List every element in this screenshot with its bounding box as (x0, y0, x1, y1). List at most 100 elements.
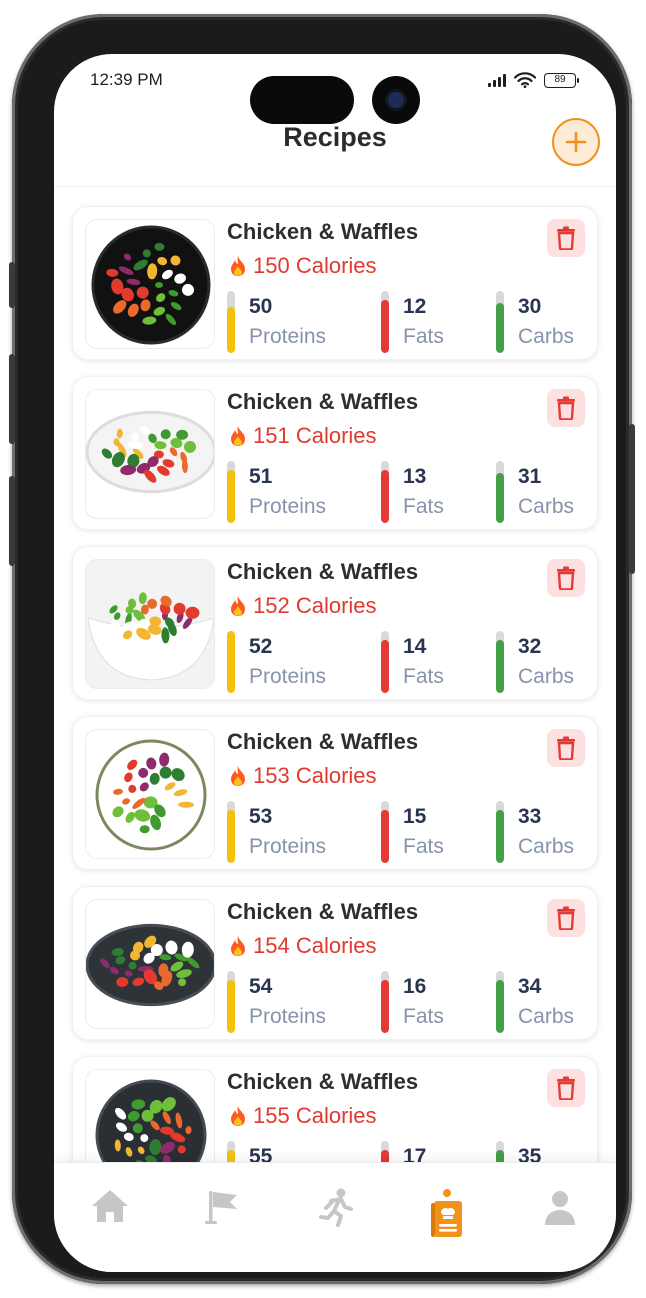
carbs-value: 32 (518, 635, 542, 658)
calories-row: 151 Calories (229, 423, 377, 449)
carbs-bar (496, 1141, 504, 1162)
delete-recipe-button[interactable] (547, 729, 585, 767)
carbs-label: Carbs (518, 1005, 575, 1028)
calories-row: 154 Calories (229, 933, 377, 959)
carbs-bar-fill (496, 640, 504, 693)
recipe-list[interactable]: Chicken & Waffles 150 Calories 50 Protei… (54, 190, 616, 1162)
status-icons: 89 (488, 72, 579, 88)
calories-text: 152 Calories (253, 593, 377, 618)
fats-label: Fats (403, 1005, 444, 1028)
battery-icon: 89 (544, 72, 579, 88)
recipe-image (85, 219, 215, 349)
carbs-bar-fill (496, 810, 504, 863)
recipe-card[interactable]: Chicken & Waffles 155 Calories 55 Protei… (72, 1056, 598, 1162)
recipe-image (85, 559, 215, 689)
carbs-bar (496, 461, 504, 523)
proteins-value: 50 (249, 295, 273, 318)
recipe-card[interactable]: Chicken & Waffles 150 Calories 50 Protei… (72, 206, 598, 360)
page-title: Recipes (283, 122, 387, 152)
flame-icon (231, 596, 245, 616)
fats-bar (381, 461, 389, 523)
calories-text: 154 Calories (253, 933, 377, 958)
volume-down-button (9, 476, 15, 566)
calories-text: 155 Calories (253, 1103, 377, 1128)
nav-workout[interactable] (305, 1187, 365, 1247)
proteins-value: 52 (249, 635, 273, 658)
fats-value: 12 (403, 295, 427, 318)
bottom-navigation (54, 1162, 616, 1272)
recipe-card[interactable]: Chicken & Waffles 154 Calories 54 Protei… (72, 886, 598, 1040)
proteins-value: 51 (249, 465, 273, 488)
fats-bar-fill (381, 640, 389, 693)
carbs-bar-fill (496, 473, 504, 523)
calories-row: 153 Calories (229, 763, 377, 789)
carbs-bar-fill (496, 980, 504, 1033)
fats-bar (381, 291, 389, 353)
dynamic-island (250, 76, 354, 124)
fats-value: 15 (403, 805, 427, 828)
delete-recipe-button[interactable] (547, 1069, 585, 1107)
trash-icon (557, 1076, 575, 1100)
nav-home[interactable] (80, 1187, 140, 1247)
nav-profile[interactable] (530, 1187, 590, 1247)
calories-text: 150 Calories (253, 253, 377, 278)
recipe-card[interactable]: Chicken & Waffles 153 Calories 53 Protei… (72, 716, 598, 870)
trash-icon (557, 906, 575, 930)
phone-frame: 12:39 PM 89 Recipes Chicken & Waffles 15… (9, 14, 635, 1284)
header-divider (54, 186, 616, 187)
proteins-label: Proteins (249, 1005, 327, 1028)
home-icon (92, 1190, 129, 1222)
signal-icon (488, 73, 506, 87)
proteins-bar (227, 291, 235, 353)
user-icon (544, 1191, 575, 1225)
carbs-label: Carbs (518, 495, 575, 518)
proteins-bar-fill (227, 1150, 235, 1162)
delete-recipe-button[interactable] (547, 389, 585, 427)
recipe-image (85, 1069, 215, 1162)
status-time: 12:39 PM (90, 70, 163, 89)
recipe-card[interactable]: Chicken & Waffles 151 Calories 51 Protei… (72, 376, 598, 530)
proteins-bar-fill (227, 306, 235, 353)
proteins-value: 54 (249, 975, 273, 998)
fats-value: 13 (403, 465, 427, 488)
trash-icon (557, 566, 575, 590)
recipe-image (85, 729, 215, 859)
flame-icon (231, 256, 245, 276)
flag-icon (204, 1191, 237, 1224)
delete-recipe-button[interactable] (547, 559, 585, 597)
proteins-bar (227, 631, 235, 693)
recipe-image (85, 389, 215, 519)
proteins-value: 53 (249, 805, 273, 828)
recipe-card[interactable]: Chicken & Waffles 152 Calories 52 Protei… (72, 546, 598, 700)
recipe-name: Chicken & Waffles (227, 219, 419, 244)
trash-icon (557, 396, 575, 420)
carbs-value: 35 (518, 1145, 542, 1162)
calories-text: 153 Calories (253, 763, 377, 788)
carbs-bar-fill (496, 303, 504, 353)
flame-icon (231, 426, 245, 446)
calories-text: 151 Calories (253, 423, 377, 448)
carbs-value: 31 (518, 465, 542, 488)
fats-bar (381, 971, 389, 1033)
flame-icon (231, 766, 245, 786)
proteins-bar (227, 801, 235, 863)
nav-goals[interactable] (193, 1187, 253, 1247)
recipe-book-icon (431, 1189, 463, 1237)
power-button (629, 424, 635, 574)
carbs-bar (496, 971, 504, 1033)
delete-recipe-button[interactable] (547, 899, 585, 937)
delete-recipe-button[interactable] (547, 219, 585, 257)
trash-icon (557, 226, 575, 250)
app-screen: 12:39 PM 89 Recipes Chicken & Waffles 15… (54, 54, 616, 1272)
carbs-value: 33 (518, 805, 542, 828)
volume-up-button (9, 354, 15, 444)
carbs-value: 30 (518, 295, 542, 318)
proteins-label: Proteins (249, 665, 327, 688)
nav-recipes[interactable] (417, 1187, 477, 1247)
fats-bar-fill (381, 470, 389, 523)
proteins-bar-fill (227, 631, 235, 693)
add-recipe-button[interactable] (552, 118, 600, 166)
recipe-name: Chicken & Waffles (227, 559, 419, 584)
fats-value: 16 (403, 975, 427, 998)
flame-icon (231, 1106, 245, 1126)
